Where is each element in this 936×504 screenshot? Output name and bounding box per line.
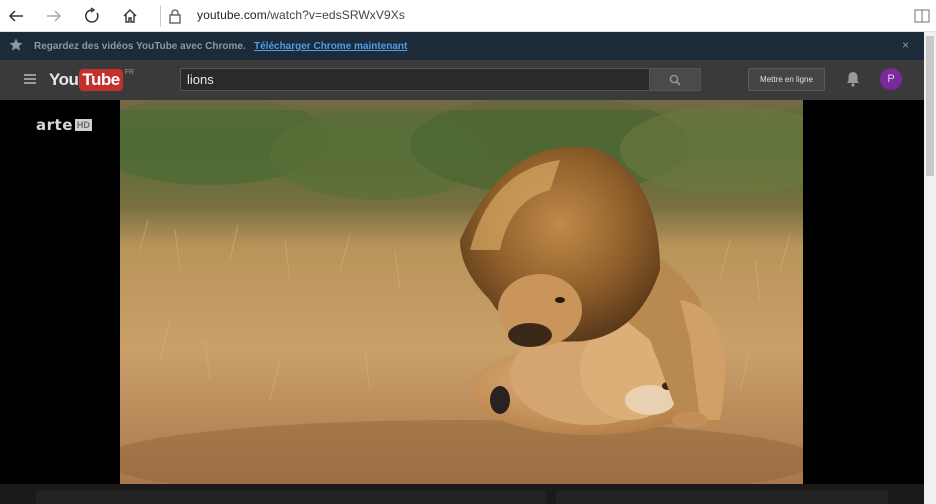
reading-view-button[interactable] [912,6,932,26]
watermark-quality: HD [74,119,92,131]
close-icon[interactable]: × [902,38,909,52]
video-player[interactable]: arte HD [0,100,924,484]
url-host: youtube.com [197,8,267,22]
youtube-masthead: You Tube FR Mettre en ligne P [0,60,924,100]
search-button[interactable] [649,68,701,91]
bell-icon[interactable] [844,70,862,88]
address-bar[interactable]: youtube.com/watch?v=edsSRWxV9Xs [197,8,405,22]
search-input[interactable] [181,69,649,90]
video-still-lions [120,100,803,484]
refresh-icon [85,7,99,23]
forward-arrow-icon [47,10,62,22]
reading-view-icon [914,9,930,23]
sidebar-placeholder [556,490,888,504]
refresh-button[interactable] [80,4,104,28]
logo-tube: Tube [79,69,123,91]
arte-hd-watermark: arte HD [36,116,92,134]
lock-icon[interactable] [166,6,184,26]
below-player-area [0,484,924,504]
promo-message: Regardez des vidéos YouTube avec Chrome. [34,41,246,52]
search-box [180,68,650,91]
download-chrome-link[interactable]: Télécharger Chrome maintenant [254,41,407,52]
youtube-logo[interactable]: You Tube FR [49,69,134,91]
hamburger-menu-icon[interactable] [24,74,36,84]
url-path: /watch?v=edsSRWxV9Xs [266,8,405,22]
video-info-placeholder [36,490,546,504]
toolbar-divider [160,5,161,27]
home-button[interactable] [118,4,142,28]
page-scrollbar[interactable] [924,32,936,504]
search-icon [669,74,681,86]
watermark-brand: arte [36,116,73,134]
chrome-promo-banner: Regardez des vidéos YouTube avec Chrome.… [0,32,924,60]
browser-toolbar: youtube.com/watch?v=edsSRWxV9Xs [0,0,936,32]
back-button[interactable] [4,4,28,28]
video-frame[interactable] [120,100,803,484]
country-code: FR [124,69,135,76]
logo-you: You [49,70,79,89]
star-icon [9,38,23,51]
home-icon [123,9,137,23]
forward-button[interactable] [42,4,66,28]
avatar[interactable]: P [880,68,902,90]
scrollbar-thumb[interactable] [926,36,934,176]
upload-button[interactable]: Mettre en ligne [748,68,825,91]
back-arrow-icon [8,10,23,22]
